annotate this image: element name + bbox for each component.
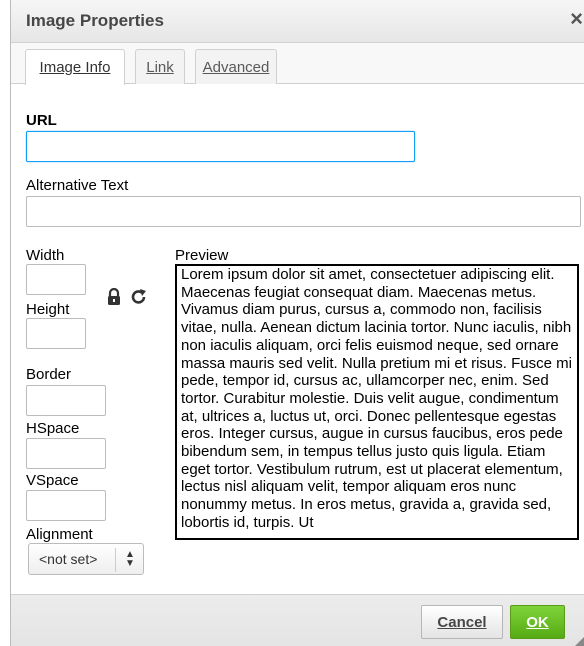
hspace-label: HSpace xyxy=(26,420,80,437)
preview-box: Lorem ipsum dolor sit amet, consectetuer… xyxy=(175,264,579,540)
ok-button[interactable]: OK xyxy=(510,605,565,639)
width-input[interactable] xyxy=(26,264,86,295)
border-label: Border xyxy=(26,366,72,383)
dialog-footer: Cancel OK xyxy=(11,594,584,646)
url-label: URL xyxy=(26,112,57,129)
height-label: Height xyxy=(26,301,70,318)
url-input[interactable] xyxy=(26,131,415,162)
vspace-input[interactable] xyxy=(26,490,106,521)
dialog-titlebar[interactable]: Image Properties × xyxy=(11,0,584,43)
width-label: Width xyxy=(26,247,65,264)
alignment-value: <not set> xyxy=(39,551,98,567)
preview-text: Lorem ipsum dolor sit amet, consectetuer… xyxy=(181,266,572,531)
dialog-title: Image Properties xyxy=(26,11,164,30)
preview-label: Preview xyxy=(175,247,229,264)
reset-size-icon[interactable] xyxy=(131,288,147,311)
cancel-button[interactable]: Cancel xyxy=(421,605,503,639)
vspace-label: VSpace xyxy=(26,472,79,489)
alt-text-label: Alternative Text xyxy=(26,177,129,194)
lock-icon[interactable] xyxy=(107,287,121,311)
tab-image-info[interactable]: Image Info xyxy=(25,49,125,85)
tab-advanced[interactable]: Advanced xyxy=(195,49,277,84)
hspace-input[interactable] xyxy=(26,438,106,469)
alignment-label: Alignment xyxy=(26,526,93,543)
close-icon[interactable]: × xyxy=(570,8,583,30)
tab-link[interactable]: Link xyxy=(135,49,185,84)
border-input[interactable] xyxy=(26,385,106,416)
height-input[interactable] xyxy=(26,318,86,349)
updown-arrows-icon: ▲ ▼ xyxy=(125,549,135,569)
image-properties-dialog: Image Properties × Image Info Link Advan… xyxy=(10,0,584,646)
alt-text-input[interactable] xyxy=(26,196,581,227)
resize-grip-icon[interactable] xyxy=(575,636,584,646)
tab-bar: Image Info Link Advanced xyxy=(11,43,584,85)
alignment-select[interactable]: <not set> ▲ ▼ xyxy=(28,543,144,575)
